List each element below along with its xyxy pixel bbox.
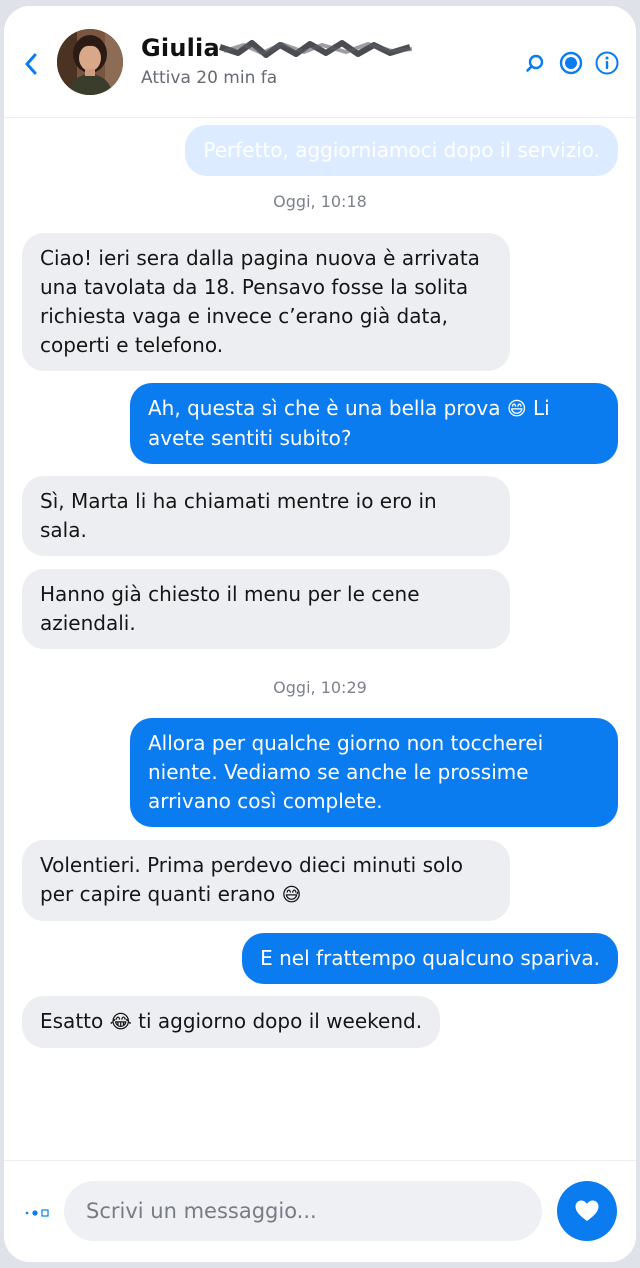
timestamp: Oggi, 10:29 [273,678,367,697]
presence-status: Attiva 20 min fa [141,68,278,88]
previous-message[interactable]: Perfetto, aggiorniamoci dopo il servizio… [185,125,618,176]
grinning-emoji: 😄 [506,398,527,420]
message-outgoing[interactable]: Allora per qualche giorno non toccherei … [130,718,618,827]
message-text: Volentieri. Prima perdevo dieci minuti s… [40,853,464,906]
message-incoming[interactable]: Esatto 😂 ti aggiorno dopo il weekend. [22,996,441,1048]
heart-icon [575,1200,599,1221]
message-incoming[interactable]: Sì, Marta li ha chiamati mentre io ero i… [22,476,510,556]
avatar[interactable] [57,29,123,95]
search-icon [526,54,544,72]
message-text: Esatto [40,1009,104,1033]
tears-of-joy-emoji: 😂 [109,1011,132,1033]
info-button[interactable] [594,50,620,76]
header-actions [522,50,620,76]
record-icon [559,51,583,75]
sweat-smile-emoji: 😅 [281,884,302,906]
timestamp: Oggi, 10:18 [273,192,367,211]
back-button[interactable] [18,46,44,82]
more-options-button[interactable] [22,1205,52,1221]
message-input[interactable] [64,1181,542,1241]
chat-window: Giulia Attiva 20 min fa Perfetto, aggior… [4,6,636,1262]
chevron-left-icon [25,53,37,75]
redacted-surname-scribble [219,40,413,58]
chat-header: Giulia Attiva 20 min fa [4,6,636,118]
message-incoming[interactable]: Hanno già chiesto il menu per le cene az… [22,569,510,649]
message-outgoing[interactable]: E nel frattempo qualcuno spariva. [242,933,618,984]
message-text: Ah, questa sì che è una bella prova [148,396,501,420]
record-button[interactable] [558,50,584,76]
info-icon [595,51,619,75]
contact-name[interactable]: Giulia [141,34,220,62]
like-button[interactable] [557,1181,617,1241]
message-text-continued: ti aggiorno dopo il weekend. [131,1009,423,1033]
message-composer [4,1160,636,1262]
message-incoming[interactable]: Volentieri. Prima perdevo dieci minuti s… [22,840,510,921]
message-outgoing[interactable]: Ah, questa sì che è una bella prova 😄 Li… [130,383,618,464]
more-options-icon [25,1209,49,1217]
search-button[interactable] [522,50,548,76]
message-thread: Perfetto, aggiorniamoci dopo il servizio… [4,118,636,1158]
message-incoming[interactable]: Ciao! ieri sera dalla pagina nuova è arr… [22,233,510,371]
